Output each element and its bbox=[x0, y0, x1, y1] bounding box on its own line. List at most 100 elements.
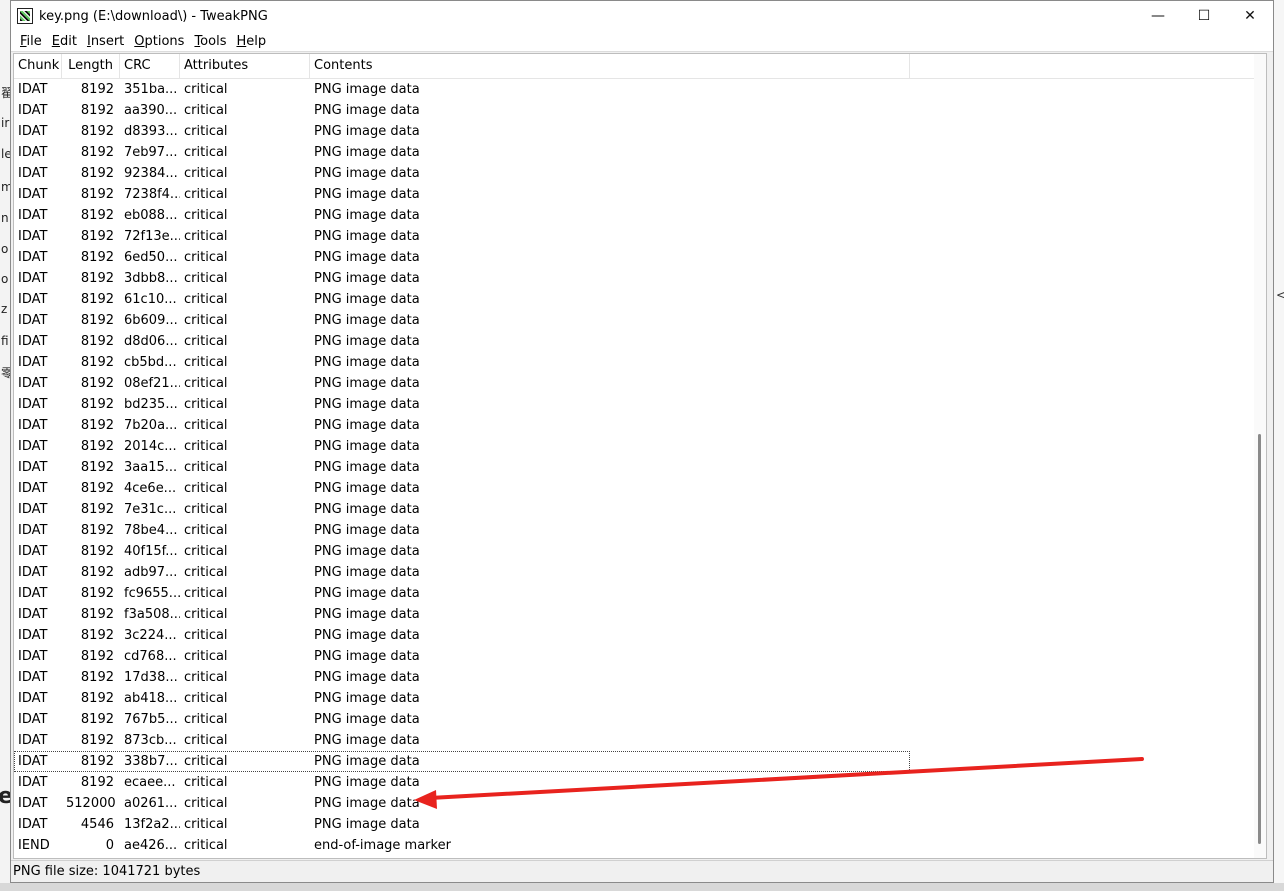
chunk-crc: cd768... bbox=[124, 649, 177, 664]
tweakpng-app-icon[interactable] bbox=[17, 8, 33, 24]
menu-item-help[interactable]: Help bbox=[231, 34, 271, 49]
chunk-crc: 13f2a2... bbox=[124, 817, 180, 832]
menu-accelerator: H bbox=[236, 33, 247, 49]
chunk-type: IDAT bbox=[18, 355, 48, 370]
chunk-attributes: critical bbox=[184, 103, 228, 118]
menu-label: ptions bbox=[144, 33, 185, 49]
table-row[interactable]: IDAT 8192 873cb... critical PNG image data bbox=[14, 730, 1266, 751]
chunk-crc: 40f15f... bbox=[124, 544, 178, 559]
table-row[interactable]: IDAT 8192 72f13e... critical PNG image data bbox=[14, 226, 1266, 247]
vertical-scrollbar[interactable] bbox=[1254, 54, 1266, 858]
table-row[interactable]: IDAT 8192 61c10... critical PNG image data bbox=[14, 289, 1266, 310]
table-row[interactable]: IDAT 8192 338b7... critical PNG image data bbox=[14, 751, 910, 772]
table-row[interactable]: IDAT 8192 7e31c... critical PNG image data bbox=[14, 499, 1266, 520]
chunk-type: IDAT bbox=[18, 481, 48, 496]
chunk-contents: PNG image data bbox=[314, 607, 420, 622]
table-row[interactable]: IDAT 8192 92384... critical PNG image data bbox=[14, 163, 1266, 184]
chunk-crc: 351ba... bbox=[124, 82, 178, 97]
table-row[interactable]: IDAT 8192 40f15f... critical PNG image data bbox=[14, 541, 1266, 562]
table-row[interactable]: IDAT 8192 3dbb8... critical PNG image data bbox=[14, 268, 1266, 289]
chunk-length: 8192 bbox=[80, 733, 114, 748]
table-row[interactable]: IDAT 8192 bd235... critical PNG image data bbox=[14, 394, 1266, 415]
menu-item-options[interactable]: Options bbox=[129, 34, 189, 49]
table-row[interactable]: IDAT 8192 4ce6e... critical PNG image data bbox=[14, 478, 1266, 499]
table-row[interactable]: IDAT 8192 6ed50... critical PNG image data bbox=[14, 247, 1266, 268]
table-row[interactable]: IDAT 512000 a0261... critical PNG image data bbox=[14, 793, 1266, 814]
chunk-contents: PNG image data bbox=[314, 481, 420, 496]
chunk-contents: end-of-image marker bbox=[314, 838, 451, 853]
chunk-attributes: critical bbox=[184, 712, 228, 727]
chunk-crc: bd235... bbox=[124, 397, 178, 412]
chunk-contents: PNG image data bbox=[314, 355, 420, 370]
column-header-crc[interactable]: CRC bbox=[120, 54, 180, 78]
chunk-length: 8192 bbox=[80, 103, 114, 118]
column-header-contents[interactable]: Contents bbox=[310, 54, 910, 78]
column-header-attributes[interactable]: Attributes bbox=[180, 54, 310, 78]
table-row[interactable]: IDAT 8192 7eb97... critical PNG image data bbox=[14, 142, 1266, 163]
chunk-list[interactable]: Chunk Length CRC Attributes Contents IDA… bbox=[13, 53, 1267, 859]
menu-accelerator: E bbox=[51, 33, 60, 49]
table-row[interactable]: IDAT 8192 fc9655... critical PNG image data bbox=[14, 583, 1266, 604]
chunk-type: IDAT bbox=[18, 376, 48, 391]
column-header-length[interactable]: Length bbox=[62, 54, 120, 78]
menu-item-insert[interactable]: Insert bbox=[82, 34, 129, 49]
chunk-length: 8192 bbox=[80, 187, 114, 202]
menu-label: dit bbox=[60, 33, 77, 49]
table-row[interactable]: IDAT 8192 cd768... critical PNG image data bbox=[14, 646, 1266, 667]
table-row[interactable]: IDAT 8192 351ba... critical PNG image data bbox=[14, 79, 1266, 100]
table-row[interactable]: IDAT 4546 13f2a2... critical PNG image data bbox=[14, 814, 1266, 835]
table-row[interactable]: IDAT 8192 6b609... critical PNG image data bbox=[14, 310, 1266, 331]
column-header-chunk[interactable]: Chunk bbox=[14, 54, 62, 78]
table-row[interactable]: IDAT 8192 aa390... critical PNG image data bbox=[14, 100, 1266, 121]
table-row[interactable]: IDAT 8192 3c224... critical PNG image data bbox=[14, 625, 1266, 646]
table-row[interactable]: IDAT 8192 7b20a... critical PNG image data bbox=[14, 415, 1266, 436]
table-row[interactable]: IDAT 8192 f3a508... critical PNG image data bbox=[14, 604, 1266, 625]
chunk-crc: 767b5... bbox=[124, 712, 178, 727]
table-row[interactable]: IDAT 8192 cb5bd... critical PNG image data bbox=[14, 352, 1266, 373]
close-button[interactable]: ✕ bbox=[1227, 1, 1273, 31]
table-row[interactable]: IDAT 8192 2014c... critical PNG image data bbox=[14, 436, 1266, 457]
chunk-type: IEND bbox=[18, 838, 50, 853]
scrollbar-thumb[interactable] bbox=[1258, 434, 1261, 844]
table-row[interactable]: IEND 0 ae426... critical end-of-image marker bbox=[14, 835, 1266, 856]
table-row[interactable]: IDAT 8192 ecaee... critical PNG image data bbox=[14, 772, 1266, 793]
chunk-contents: PNG image data bbox=[314, 628, 420, 643]
table-row[interactable]: IDAT 8192 17d38... critical PNG image data bbox=[14, 667, 1266, 688]
minimize-button[interactable]: — bbox=[1135, 1, 1181, 31]
chunk-attributes: critical bbox=[184, 628, 228, 643]
background-text-fragment: < bbox=[1276, 288, 1284, 302]
table-row[interactable]: IDAT 8192 3aa15... critical PNG image data bbox=[14, 457, 1266, 478]
maximize-button[interactable]: ☐ bbox=[1181, 1, 1227, 31]
table-row[interactable]: IDAT 8192 d8393... critical PNG image data bbox=[14, 121, 1266, 142]
chunk-attributes: critical bbox=[184, 733, 228, 748]
title-bar[interactable]: key.png (E:\download\) - TweakPNG — ☐ ✕ bbox=[11, 1, 1273, 31]
table-row[interactable]: IDAT 8192 78be4... critical PNG image data bbox=[14, 520, 1266, 541]
chunk-contents: PNG image data bbox=[314, 523, 420, 538]
table-row[interactable]: IDAT 8192 7238f4... critical PNG image data bbox=[14, 184, 1266, 205]
menu-item-file[interactable]: File bbox=[15, 34, 47, 49]
chunk-contents: PNG image data bbox=[314, 733, 420, 748]
chunk-type: IDAT bbox=[18, 775, 48, 790]
chunk-contents: PNG image data bbox=[314, 565, 420, 580]
table-row[interactable]: IDAT 8192 d8d06... critical PNG image data bbox=[14, 331, 1266, 352]
chunk-length: 8192 bbox=[80, 460, 114, 475]
table-row[interactable]: IDAT 8192 adb97... critical PNG image data bbox=[14, 562, 1266, 583]
chunk-attributes: critical bbox=[184, 187, 228, 202]
chunk-type: IDAT bbox=[18, 712, 48, 727]
menu-item-tools[interactable]: Tools bbox=[189, 34, 231, 49]
table-row[interactable]: IDAT 8192 767b5... critical PNG image data bbox=[14, 709, 1266, 730]
chunk-length: 8192 bbox=[80, 502, 114, 517]
chunk-length: 8192 bbox=[80, 628, 114, 643]
chunk-crc: cb5bd... bbox=[124, 355, 177, 370]
file-size-status: PNG file size: 1041721 bytes bbox=[13, 864, 201, 879]
chunk-contents: PNG image data bbox=[314, 817, 420, 832]
table-row[interactable]: IDAT 8192 08ef21... critical PNG image data bbox=[14, 373, 1266, 394]
chunk-attributes: critical bbox=[184, 460, 228, 475]
background-text-fragment: o bbox=[1, 242, 9, 256]
chunk-type: IDAT bbox=[18, 313, 48, 328]
table-row[interactable]: IDAT 8192 eb088... critical PNG image data bbox=[14, 205, 1266, 226]
table-row[interactable]: IDAT 8192 ab418... critical PNG image data bbox=[14, 688, 1266, 709]
tweakpng-window: key.png (E:\download\) - TweakPNG — ☐ ✕ … bbox=[10, 0, 1274, 883]
chunk-crc: 6b609... bbox=[124, 313, 178, 328]
menu-item-edit[interactable]: Edit bbox=[47, 34, 82, 49]
